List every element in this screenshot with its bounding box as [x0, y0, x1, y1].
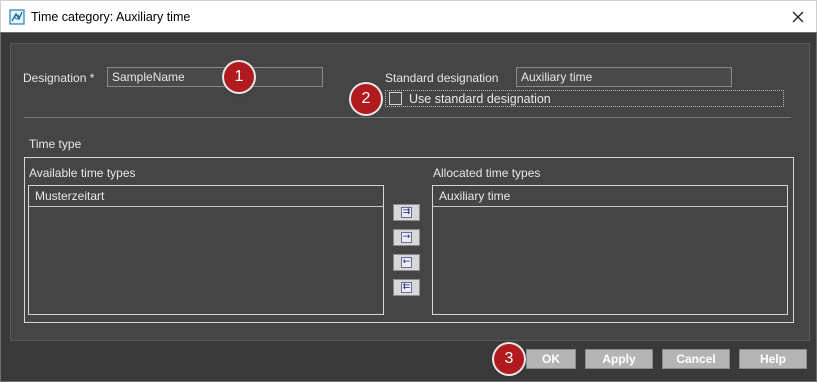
use-standard-designation-row[interactable]: Use standard designation [385, 90, 784, 107]
use-standard-designation-label: Use standard designation [409, 92, 551, 106]
callout-badge: 3 [494, 344, 524, 374]
move-right-button[interactable]: → [393, 229, 420, 246]
close-icon [792, 11, 804, 23]
designation-input[interactable]: SampleName [107, 67, 323, 87]
callout-badge: 1 [224, 62, 254, 92]
allocated-time-types-list[interactable]: Auxiliary time [432, 185, 788, 315]
title-bar: Time category: Auxiliary time [0, 0, 817, 32]
arrow-left-icon: ← [400, 257, 413, 268]
move-left-button[interactable]: ← [393, 254, 420, 271]
list-item[interactable]: Musterzeitart [29, 186, 383, 207]
arrow-right-icon: → [400, 232, 413, 243]
double-arrow-left-icon: ⇇ [400, 282, 413, 293]
allocated-time-types-label: Allocated time types [433, 166, 541, 180]
move-all-left-button[interactable]: ⇇ [393, 279, 420, 296]
cancel-button[interactable]: Cancel [662, 349, 730, 369]
use-standard-designation-checkbox[interactable] [389, 92, 402, 105]
callout-badge: 2 [351, 84, 381, 114]
close-button[interactable] [784, 3, 812, 31]
section-divider [24, 117, 791, 118]
window-title: Time category: Auxiliary time [31, 10, 191, 24]
list-item[interactable]: Auxiliary time [433, 186, 787, 207]
available-time-types-list[interactable]: Musterzeitart [28, 185, 384, 315]
designation-label: Designation * [23, 71, 95, 85]
double-arrow-right-icon: ⇉ [400, 207, 413, 218]
time-type-section-label: Time type [29, 137, 82, 151]
help-button[interactable]: Help [739, 349, 807, 369]
time-category-app-icon [9, 9, 25, 25]
apply-button[interactable]: Apply [585, 349, 653, 369]
standard-designation-field: Auxiliary time [516, 67, 732, 87]
move-all-right-button[interactable]: ⇉ [393, 204, 420, 221]
standard-designation-label: Standard designation [385, 71, 499, 85]
ok-button[interactable]: OK [526, 349, 576, 369]
available-time-types-label: Available time types [29, 166, 136, 180]
